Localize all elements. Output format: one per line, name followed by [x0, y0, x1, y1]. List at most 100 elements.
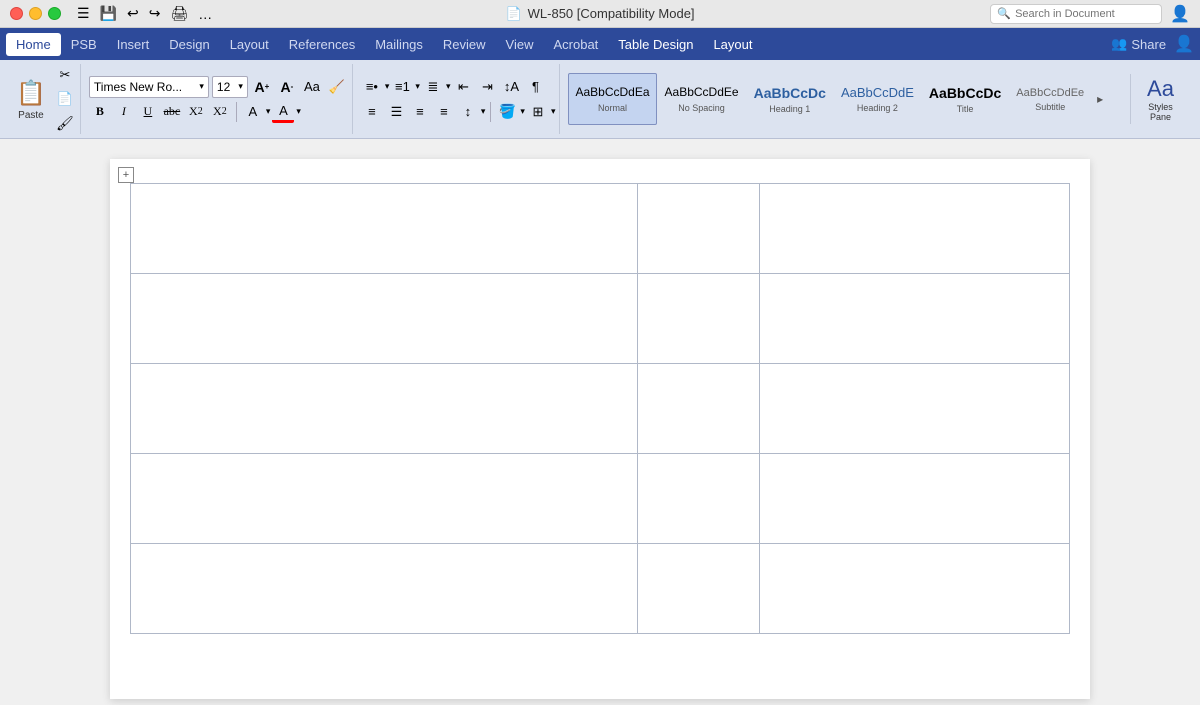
- line-spacing-button[interactable]: ↕: [457, 101, 479, 123]
- traffic-lights: [10, 7, 61, 20]
- table-cell[interactable]: [760, 184, 1070, 274]
- font-family-dropdown[interactable]: Times New Ro... ▾: [89, 76, 209, 98]
- style-no-spacing[interactable]: AaBbCcDdEe No Spacing: [658, 73, 746, 125]
- maximize-button[interactable]: [48, 7, 61, 20]
- change-case-button[interactable]: Aа: [301, 76, 323, 98]
- table-cell[interactable]: [638, 274, 760, 364]
- undo-icon[interactable]: ↩: [127, 5, 139, 22]
- tab-design[interactable]: Design: [159, 33, 219, 56]
- numbering-button[interactable]: ≡1: [391, 76, 413, 98]
- borders-button[interactable]: ⊞: [527, 101, 549, 123]
- style-subtitle[interactable]: AaBbCcDdEe Subtitle: [1009, 73, 1091, 125]
- multilevel-arrow[interactable]: ▾: [446, 81, 451, 92]
- share-button[interactable]: 👥 Share: [1111, 36, 1166, 52]
- paragraph-group: ≡• ▾ ≡1 ▾ ≣ ▾ ⇤ ⇥ ↕A ¶ ≡ ☰ ≡ ≡ ↕ ▾ 🪣 ▾: [357, 64, 561, 134]
- paste-label: Paste: [18, 110, 44, 121]
- font-color-button[interactable]: A: [272, 101, 294, 123]
- style-title[interactable]: AaBbCcDc Title: [922, 73, 1008, 125]
- tab-table-design[interactable]: Table Design: [608, 33, 703, 56]
- tab-insert[interactable]: Insert: [107, 33, 160, 56]
- styles-pane-button[interactable]: Aa Styles Pane: [1130, 74, 1190, 124]
- font-size-dropdown[interactable]: 12 ▾: [212, 76, 248, 98]
- show-formatting-button[interactable]: ¶: [524, 76, 546, 98]
- font-color-arrow[interactable]: ▾: [296, 106, 301, 117]
- align-right-button[interactable]: ≡: [409, 101, 431, 123]
- table-cell[interactable]: [638, 184, 760, 274]
- sort-button[interactable]: ↕A: [500, 76, 522, 98]
- align-center-button[interactable]: ☰: [385, 101, 407, 123]
- title-bar: ☰ 💾 ↩ ↪ 🖨 … 📄 WL-850 [Compatibility Mode…: [0, 0, 1200, 28]
- borders-arrow[interactable]: ▾: [551, 106, 556, 117]
- tab-references[interactable]: References: [279, 33, 365, 56]
- justify-button[interactable]: ≡: [433, 101, 455, 123]
- table-cell[interactable]: [131, 274, 638, 364]
- clear-formatting-button[interactable]: 🧹: [326, 76, 348, 98]
- align-left-button[interactable]: ≡: [361, 101, 383, 123]
- line-spacing-arrow[interactable]: ▾: [481, 106, 486, 117]
- search-box[interactable]: 🔍: [990, 4, 1162, 24]
- style-normal[interactable]: AaBbCcDdEa Normal: [568, 73, 656, 125]
- tab-home[interactable]: Home: [6, 33, 61, 56]
- style-heading1[interactable]: AaBbCcDc Heading 1: [747, 73, 833, 125]
- close-button[interactable]: [10, 7, 23, 20]
- paste-button[interactable]: 📋: [10, 77, 52, 110]
- user-icon[interactable]: 👤: [1170, 4, 1190, 24]
- tab-layout[interactable]: Layout: [220, 33, 279, 56]
- font-shrink-button[interactable]: A-: [276, 76, 298, 98]
- table-cell[interactable]: [760, 454, 1070, 544]
- sidebar-toggle-icon[interactable]: ☰: [77, 5, 90, 22]
- table-cell[interactable]: [638, 364, 760, 454]
- style-heading2[interactable]: AaBbCcDdE Heading 2: [834, 73, 921, 125]
- shading-arrow[interactable]: ▾: [520, 106, 525, 117]
- size-dropdown-arrow: ▾: [238, 81, 243, 92]
- table-cell[interactable]: [131, 544, 638, 634]
- font-dropdown-arrow: ▾: [199, 81, 204, 92]
- tab-table-layout[interactable]: Layout: [703, 33, 762, 56]
- tab-view[interactable]: View: [496, 33, 544, 56]
- style-heading1-preview: AaBbCcDc: [754, 84, 826, 102]
- superscript-button[interactable]: X2: [209, 101, 231, 123]
- table-cell[interactable]: [131, 184, 638, 274]
- font-grow-button[interactable]: A+: [251, 76, 273, 98]
- bullets-arrow[interactable]: ▾: [385, 81, 390, 92]
- increase-indent-button[interactable]: ⇥: [476, 76, 498, 98]
- redo-icon[interactable]: ↪: [149, 5, 161, 22]
- tab-acrobat[interactable]: Acrobat: [543, 33, 608, 56]
- tab-review[interactable]: Review: [433, 33, 496, 56]
- table-cell[interactable]: [131, 454, 638, 544]
- table-cell[interactable]: [638, 544, 760, 634]
- more-icon[interactable]: …: [198, 6, 212, 22]
- italic-button[interactable]: I: [113, 101, 135, 123]
- multilevel-button[interactable]: ≣: [422, 76, 444, 98]
- table-cell[interactable]: [638, 454, 760, 544]
- styles-scroll-arrow[interactable]: ▸: [1092, 92, 1108, 106]
- text-highlight-button[interactable]: A: [242, 101, 264, 123]
- print-icon[interactable]: 🖨: [170, 5, 188, 22]
- save-icon[interactable]: 💾: [100, 5, 117, 22]
- table-cell[interactable]: [760, 544, 1070, 634]
- highlight-arrow[interactable]: ▾: [266, 106, 271, 117]
- menu-tabs: Home PSB Insert Design Layout References…: [0, 28, 1200, 60]
- subscript-button[interactable]: X2: [185, 101, 207, 123]
- bold-button[interactable]: B: [89, 101, 111, 123]
- bullets-button[interactable]: ≡•: [361, 76, 383, 98]
- numbering-arrow[interactable]: ▾: [415, 81, 420, 92]
- copy-icon[interactable]: 📄: [54, 88, 76, 110]
- tab-mailings[interactable]: Mailings: [365, 33, 433, 56]
- table-row: [131, 274, 1070, 364]
- table-cell[interactable]: [760, 274, 1070, 364]
- style-title-preview: AaBbCcDc: [929, 84, 1001, 102]
- search-input[interactable]: [1015, 8, 1155, 20]
- minimize-button[interactable]: [29, 7, 42, 20]
- table-selector-icon[interactable]: +: [118, 167, 134, 183]
- tab-psb[interactable]: PSB: [61, 33, 107, 56]
- account-icon[interactable]: 👤: [1174, 34, 1194, 54]
- decrease-indent-button[interactable]: ⇤: [452, 76, 474, 98]
- table-cell[interactable]: [760, 364, 1070, 454]
- shading-button[interactable]: 🪣: [496, 101, 518, 123]
- format-painter-icon[interactable]: 🖌: [54, 112, 76, 134]
- underline-button[interactable]: U: [137, 101, 159, 123]
- strikethrough-button[interactable]: abc: [161, 101, 183, 123]
- cut-icon[interactable]: ✂: [54, 64, 76, 86]
- table-cell[interactable]: [131, 364, 638, 454]
